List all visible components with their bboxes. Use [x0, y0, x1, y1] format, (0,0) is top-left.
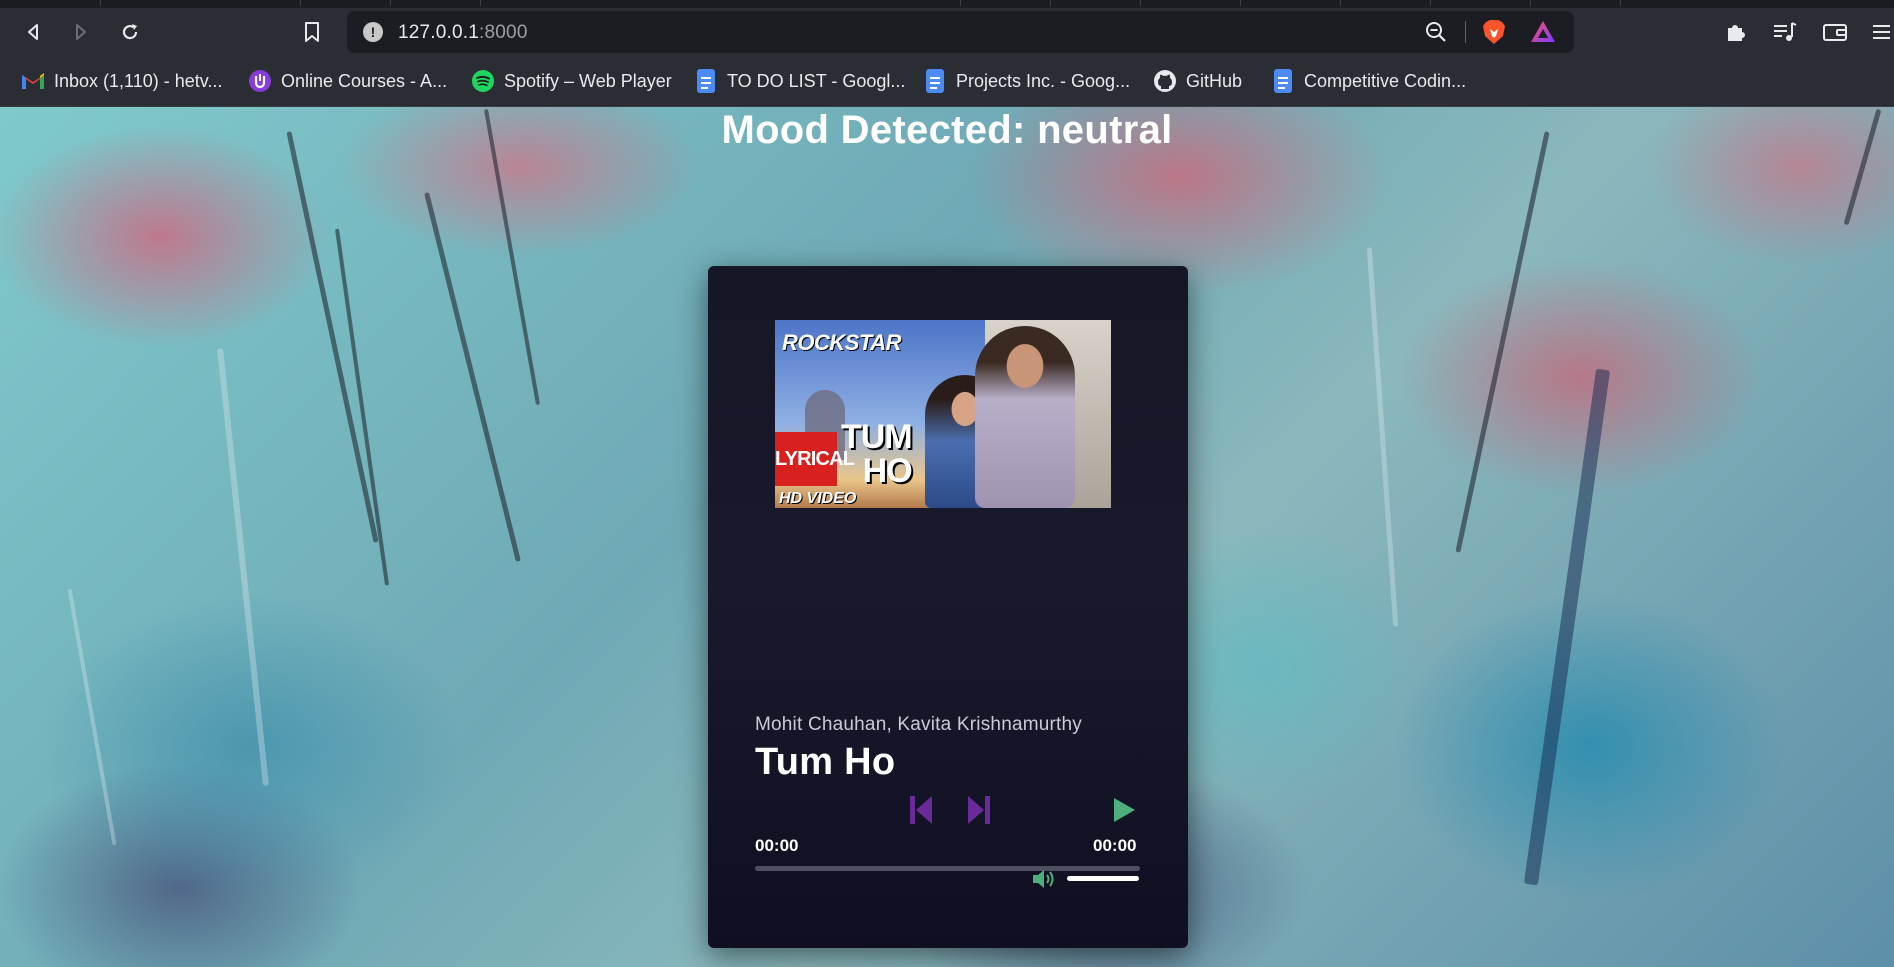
bookmark-label: GitHub — [1186, 70, 1243, 91]
wallet-icon — [1823, 24, 1847, 41]
reload-icon — [122, 24, 138, 40]
bookmark-label: Projects Inc. - Goog... — [956, 70, 1131, 91]
site-info-icon[interactable]: ! — [363, 22, 383, 42]
media-controls-button[interactable] — [1770, 18, 1800, 46]
cover-lyrical-badge: LYRICAL — [775, 432, 855, 486]
bookmark-todo-list[interactable]: TO DO LIST - Googl... — [694, 66, 905, 96]
cover-logo: ROCKSTAR — [782, 330, 902, 355]
browser-toolbar: ! 127.0.0.1:8000 — [0, 8, 1894, 55]
brave-rewards-button[interactable] — [1530, 20, 1556, 49]
tab-strip — [0, 0, 1894, 8]
main-menu-button[interactable] — [1866, 18, 1894, 46]
skip-next-icon — [968, 796, 990, 824]
brave-rewards-icon — [1531, 21, 1555, 42]
google-docs-icon — [694, 69, 718, 93]
bookmarks-bar: Inbox (1,110) - hetv... Online Courses -… — [0, 55, 1894, 107]
bookmark-label: Competitive Codin... — [1304, 70, 1467, 91]
tab-separator — [1430, 0, 1431, 6]
address-bar[interactable]: ! 127.0.0.1:8000 — [347, 11, 1574, 53]
background-streak — [334, 228, 390, 586]
background-streak — [1523, 368, 1611, 886]
progress-bar[interactable] — [755, 866, 1140, 871]
puzzle-piece-icon — [1728, 25, 1745, 41]
background-streak — [286, 131, 379, 543]
bookmark-label: Spotify – Web Player — [504, 70, 672, 91]
cover-title: TUM HO — [841, 418, 913, 490]
omnibox-divider — [1465, 21, 1466, 43]
tab-separator — [1140, 0, 1141, 6]
bookmark-online-courses[interactable]: Online Courses - A... — [248, 66, 447, 96]
bookmark-competitive-coding[interactable]: Competitive Codin... — [1271, 66, 1466, 96]
tab-separator — [1240, 0, 1241, 6]
cover-hd-label: HD VIDEO — [779, 490, 857, 507]
url-text[interactable]: 127.0.0.1:8000 — [398, 22, 528, 44]
play-icon — [1114, 798, 1135, 822]
previous-track-button[interactable] — [905, 792, 937, 828]
background-streak — [1366, 247, 1399, 627]
google-docs-icon — [923, 69, 947, 93]
tab-separator — [1050, 0, 1051, 6]
mood-detected-heading: Mood Detected: neutral — [721, 108, 1173, 152]
brave-shields-button[interactable] — [1482, 19, 1506, 50]
tab-separator — [480, 0, 481, 6]
bookmark-projects-inc[interactable]: Projects Inc. - Goog... — [923, 66, 1130, 96]
background-streak — [424, 192, 521, 562]
wallet-button[interactable] — [1820, 18, 1850, 46]
album-cover: ROCKSTAR LYRICAL TUM HO HD VIDEO — [775, 320, 1111, 508]
courses-icon — [248, 69, 272, 93]
total-duration: 00:00 — [1093, 836, 1137, 855]
zoom-out-icon — [1426, 22, 1446, 42]
skip-previous-icon — [910, 796, 932, 824]
volume-button[interactable] — [1030, 866, 1058, 892]
forward-button[interactable] — [66, 18, 94, 46]
spotify-icon — [471, 69, 495, 93]
hamburger-menu-icon — [1873, 25, 1890, 39]
back-button[interactable] — [20, 18, 48, 46]
zoom-button[interactable] — [1425, 21, 1447, 48]
volume-icon — [1033, 870, 1054, 888]
url-host: 127.0.0.1 — [398, 22, 480, 43]
play-button[interactable] — [1108, 794, 1140, 826]
bookmark-spotify[interactable]: Spotify – Web Player — [471, 66, 672, 96]
bookmark-gmail[interactable]: Inbox (1,110) - hetv... — [21, 66, 222, 96]
page-viewport: Mood Detected: neutral ROCKSTAR LYRICAL … — [0, 107, 1894, 967]
playlist-music-icon — [1774, 22, 1797, 41]
tab-separator — [300, 0, 301, 6]
reload-button[interactable] — [116, 18, 144, 46]
github-icon — [1153, 69, 1177, 93]
bookmark-label: TO DO LIST - Googl... — [727, 70, 906, 91]
brave-lion-icon — [1483, 20, 1505, 44]
current-time: 00:00 — [755, 836, 799, 855]
bookmark-button[interactable] — [298, 18, 326, 46]
music-player-card: ROCKSTAR LYRICAL TUM HO HD VIDEO Mohit Ch… — [708, 266, 1188, 948]
background-streak — [67, 588, 117, 846]
bookmark-label: Inbox (1,110) - hetv... — [54, 70, 223, 91]
google-docs-icon — [1271, 69, 1295, 93]
back-icon — [28, 24, 38, 40]
tab-separator — [1340, 0, 1341, 6]
forward-icon — [76, 24, 86, 40]
extensions-button[interactable] — [1721, 18, 1751, 46]
url-port: :8000 — [479, 22, 528, 43]
tab-separator — [390, 0, 391, 6]
background-streak — [483, 108, 541, 406]
tab-separator — [1530, 0, 1531, 6]
gmail-icon — [21, 69, 45, 93]
track-title: Tum Ho — [755, 741, 896, 783]
background-streak — [217, 347, 269, 787]
bookmark-github[interactable]: GitHub — [1153, 66, 1242, 96]
volume-slider[interactable] — [1067, 876, 1139, 881]
bookmark-icon — [305, 22, 319, 42]
track-artist: Mohit Chauhan, Kavita Krishnamurthy — [755, 714, 1082, 735]
background-streak — [1455, 131, 1550, 553]
tab-separator — [960, 0, 961, 6]
bookmark-label: Online Courses - A... — [281, 70, 448, 91]
next-track-button[interactable] — [963, 792, 995, 828]
tab-separator — [1620, 0, 1621, 6]
tab-separator — [100, 0, 101, 6]
